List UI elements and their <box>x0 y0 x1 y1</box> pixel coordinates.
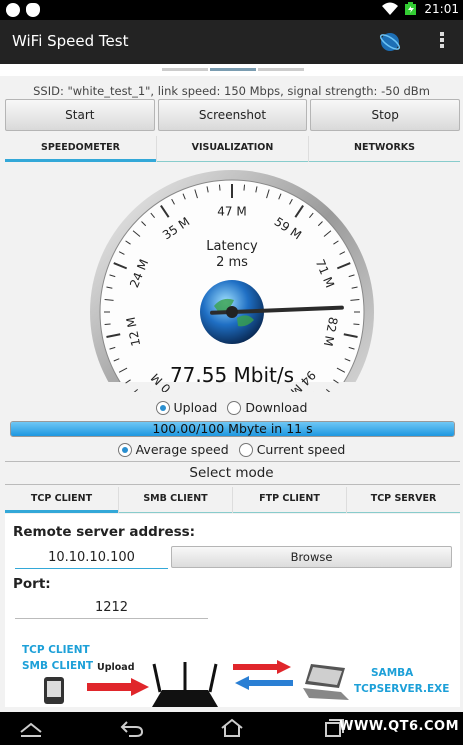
current-speed-radio[interactable]: Current speed <box>238 442 346 457</box>
page-dot-active <box>210 68 256 71</box>
tab-speedometer[interactable]: SPEEDOMETER <box>5 136 157 162</box>
radio-indicator[interactable] <box>227 400 242 415</box>
overflow-menu-icon[interactable] <box>436 30 448 54</box>
needle-hub <box>226 306 238 318</box>
action-bar: WiFi Speed Test <box>0 20 463 64</box>
minor-tick <box>353 323 360 326</box>
latency-value: 2 ms <box>216 255 248 270</box>
select-mode-heading: Select mode <box>189 465 274 481</box>
laptop-icon <box>303 664 349 700</box>
app-title: WiFi Speed Test <box>12 32 129 50</box>
battery-charging-icon <box>405 2 417 15</box>
average-speed-radio[interactable]: Average speed <box>117 442 229 457</box>
latency-label: Latency <box>206 239 258 254</box>
hide-keyboard-icon[interactable] <box>18 718 44 738</box>
speedometer-gauge: 0 M12 M24 M35 M47 M59 M71 M82 M94 M Late… <box>82 170 382 392</box>
upload-label: Upload <box>173 400 218 415</box>
browse-button[interactable]: Browse <box>171 546 452 568</box>
tab-tcp-server[interactable]: TCP SERVER <box>347 487 460 513</box>
progress-text: 100.00/100 Mbyte in 11 s <box>152 421 313 436</box>
radio-indicator[interactable] <box>238 442 253 457</box>
page-dot <box>258 68 304 71</box>
radio-indicator[interactable] <box>117 442 132 457</box>
tab-smb-client[interactable]: SMB CLIENT <box>119 487 233 513</box>
start-button[interactable]: Start <box>5 99 155 131</box>
watermark: WWW.QT6.COM <box>339 719 459 734</box>
wifi-icon <box>382 2 399 15</box>
ssid-info: SSID: "white_test_1", link speed: 150 Mb… <box>33 84 430 98</box>
divider <box>5 484 460 485</box>
download-label: Download <box>245 400 308 415</box>
download-radio[interactable]: Download <box>227 400 307 415</box>
minor-tick <box>218 184 221 191</box>
remote-server-label: Remote server address: <box>13 524 196 540</box>
status-time: 21:01 <box>424 2 459 16</box>
control-buttons: Start Screenshot Stop <box>5 99 461 131</box>
home-icon[interactable] <box>219 718 245 738</box>
page-indicator <box>0 64 463 76</box>
average-speed-label: Average speed <box>135 442 229 457</box>
screenshot-button[interactable]: Screenshot <box>157 99 308 131</box>
tcp-client-panel: Remote server address: 10.10.10.100 Brow… <box>5 514 460 707</box>
scale-label: 47 M <box>217 205 246 219</box>
messenger-icon <box>6 3 20 17</box>
upload-arrow-icon <box>87 678 149 696</box>
tab-ftp-client[interactable]: FTP CLIENT <box>233 487 347 513</box>
page-dot <box>162 68 208 71</box>
divider <box>5 461 460 462</box>
current-speed-label: Current speed <box>256 442 346 457</box>
speed-readout: 77.55 Mbit/s <box>170 363 294 387</box>
tab-networks[interactable]: NETWORKS <box>309 136 460 162</box>
radio-indicator[interactable] <box>155 400 170 415</box>
diagram-tcpserver-label: TCPSERVER.EXE <box>354 683 450 695</box>
port-label: Port: <box>13 576 51 592</box>
direction-radios: Upload Download <box>0 400 463 415</box>
minor-tick <box>243 184 246 191</box>
cat-icon <box>26 3 40 17</box>
phone-icon <box>44 677 64 704</box>
remote-server-input[interactable]: 10.10.10.100 <box>15 550 168 569</box>
main-tabs: SPEEDOMETER VISUALIZATION NETWORKS <box>5 136 460 162</box>
speed-type-radios: Average speed Current speed <box>0 442 463 457</box>
globe-icon[interactable] <box>378 30 402 54</box>
diagram-upload-label: Upload <box>97 662 135 673</box>
back-icon[interactable] <box>119 718 145 738</box>
diagram-smb-client-label: SMB CLIENT <box>22 660 94 672</box>
mode-tabs: TCP CLIENT SMB CLIENT FTP CLIENT TCP SER… <box>5 487 460 513</box>
status-bar: 21:01 <box>0 0 463 20</box>
diagram-tcp-client-label: TCP CLIENT <box>22 644 90 656</box>
stop-button[interactable]: Stop <box>310 99 461 131</box>
tab-visualization[interactable]: VISUALIZATION <box>157 136 309 162</box>
router-icon <box>152 662 218 707</box>
port-input[interactable]: 1212 <box>15 600 208 619</box>
bidirectional-arrows-icon <box>233 660 293 690</box>
transfer-progress: 100.00/100 Mbyte in 11 s <box>10 421 455 437</box>
tab-tcp-client[interactable]: TCP CLIENT <box>5 487 119 513</box>
upload-radio[interactable]: Upload <box>155 400 218 415</box>
minor-tick <box>104 323 111 326</box>
diagram-samba-label: SAMBA <box>371 667 414 679</box>
